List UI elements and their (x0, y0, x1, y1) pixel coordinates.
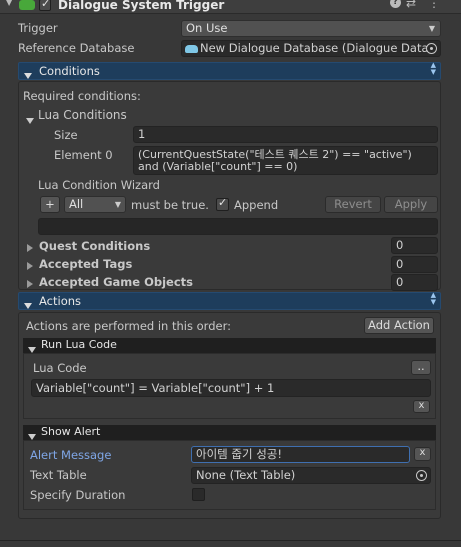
check-icon: ✓ (41, 0, 51, 10)
preset-icon[interactable]: ⇄ (406, 0, 416, 10)
lua-code-field[interactable]: Variable["count"] = Variable["count"] + … (31, 379, 431, 397)
text-table-field[interactable]: None (Text Table) (191, 467, 431, 484)
component-enabled-checkbox[interactable]: ✓ (39, 0, 51, 11)
quest-conditions-foldout-icon[interactable] (27, 241, 33, 255)
quest-conditions-value: 0 (396, 238, 404, 252)
size-label: Size (54, 128, 78, 142)
dropdown-arrow-icon: ▼ (428, 24, 435, 33)
lua-code-ellipsis-button[interactable]: .. (411, 360, 431, 375)
apply-label: Apply (394, 197, 428, 211)
close-icon: x (418, 400, 425, 411)
element0-textarea[interactable]: (CurrentQuestState("테스트 퀘스트 2") == "acti… (133, 146, 438, 175)
foldout-down-icon (24, 68, 32, 82)
bottom-divider (0, 540, 461, 541)
accepted-tags-count[interactable]: 0 (391, 256, 438, 273)
actions-section-header[interactable]: Actions ▲ ▼ (18, 292, 441, 310)
text-table-value: None (Text Table) (196, 468, 296, 482)
size-value: 1 (138, 127, 146, 141)
trigger-value: On Use (186, 21, 228, 35)
show-alert-header-label: Show Alert (41, 425, 101, 438)
required-conditions-label: Required conditions: (23, 89, 141, 103)
lua-code-value: Variable["count"] = Variable["count"] + … (36, 381, 275, 395)
append-label: Append (234, 198, 279, 212)
wizard-add-button[interactable]: + (40, 196, 60, 213)
text-table-label: Text Table (30, 468, 87, 482)
reorder-icon[interactable]: ▲ ▼ (431, 62, 436, 76)
accepted-game-objects-value: 0 (396, 275, 404, 289)
reference-database-value: New Dialogue Database (Dialogue Data (200, 41, 429, 55)
reference-database-label: Reference Database (18, 41, 135, 55)
specify-duration-checkbox[interactable] (192, 488, 205, 501)
element0-label: Element 0 (54, 148, 113, 162)
alert-message-label: Alert Message (30, 448, 112, 462)
alert-message-remove-button[interactable]: x (414, 447, 431, 461)
accepted-tags-value: 0 (396, 257, 404, 271)
apply-button[interactable]: Apply (384, 196, 438, 213)
lua-conditions-label: Lua Conditions (38, 108, 127, 122)
run-lua-header-label: Run Lua Code (41, 338, 117, 351)
wizard-builder-area[interactable] (38, 218, 438, 235)
actions-order-text: Actions are performed in this order: (26, 319, 231, 333)
must-be-true-label: must be true. (131, 198, 209, 212)
quest-conditions-label: Quest Conditions (39, 239, 151, 253)
specify-duration-label: Specify Duration (30, 488, 126, 502)
accepted-tags-foldout-icon[interactable] (27, 259, 33, 273)
reorder-icon[interactable]: ▲ ▼ (431, 292, 436, 306)
show-alert-header[interactable]: Show Alert (23, 425, 436, 440)
check-icon: ✓ (218, 196, 228, 209)
component-script-icon (19, 0, 35, 10)
revert-label: Revert (334, 197, 372, 211)
add-action-label: Add Action (368, 318, 430, 332)
trigger-dropdown[interactable]: On Use ▼ (181, 20, 441, 37)
append-checkbox[interactable]: ✓ (216, 196, 229, 211)
add-action-button[interactable]: Add Action (364, 317, 434, 334)
trigger-label: Trigger (18, 21, 58, 35)
actions-header-label: Actions (39, 294, 82, 308)
dropdown-arrow-icon: ▼ (114, 200, 121, 209)
alert-message-value: 아이템 줍기 성공! (196, 447, 282, 461)
foldout-down-icon (24, 298, 32, 312)
size-field[interactable]: 1 (133, 126, 438, 143)
run-lua-remove-button[interactable]: x (413, 400, 430, 413)
database-asset-icon (185, 44, 198, 53)
accepted-game-objects-label: Accepted Game Objects (39, 275, 193, 289)
foldout-down-icon[interactable] (26, 113, 34, 127)
quest-conditions-count[interactable]: 0 (391, 237, 438, 254)
plus-icon: + (45, 197, 55, 211)
run-lua-header[interactable]: Run Lua Code (23, 338, 436, 353)
object-picker-icon[interactable] (426, 43, 437, 54)
foldout-down-icon[interactable]: ▼ (6, 0, 12, 7)
lua-code-label: Lua Code (33, 361, 87, 375)
conditions-section-header[interactable]: Conditions ▲ ▼ (18, 62, 441, 80)
accepted-tags-label: Accepted Tags (39, 257, 133, 271)
lua-wizard-label: Lua Condition Wizard (38, 178, 160, 192)
close-icon: x (419, 447, 426, 458)
accepted-game-objects-foldout-icon[interactable] (27, 277, 33, 291)
kebab-menu-icon[interactable]: ⋮ (428, 0, 440, 10)
ellipsis-label: .. (417, 359, 425, 373)
wizard-mode-value: All (69, 197, 84, 211)
conditions-header-label: Conditions (39, 64, 100, 78)
element0-line2: and (Variable["count"] == 0) (138, 160, 298, 173)
revert-button[interactable]: Revert (325, 196, 381, 213)
reference-database-field[interactable]: New Dialogue Database (Dialogue Data (181, 40, 441, 57)
wizard-mode-dropdown[interactable]: All ▼ (64, 196, 126, 213)
component-title: Dialogue System Trigger (58, 0, 225, 12)
alert-message-field[interactable]: 아이템 줍기 성공! (191, 446, 410, 463)
object-picker-icon[interactable] (416, 470, 427, 481)
accepted-game-objects-count[interactable]: 0 (391, 274, 438, 291)
